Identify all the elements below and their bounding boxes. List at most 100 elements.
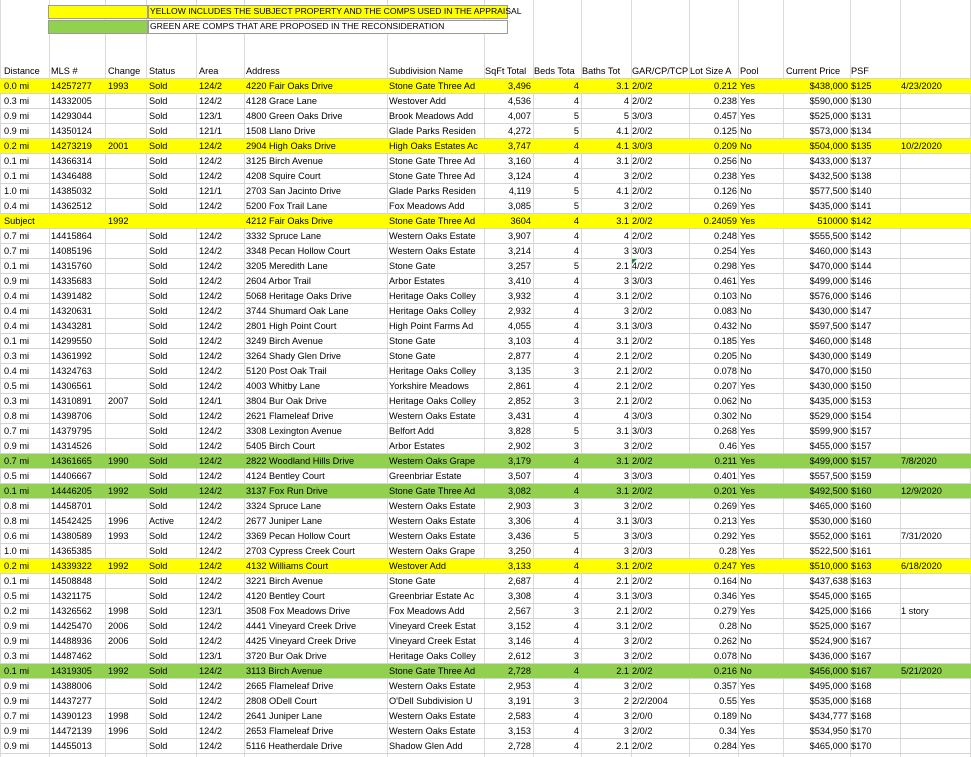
cell-psf[interactable]: $157: [851, 424, 899, 438]
table-row[interactable]: 0.4 mi 14320631 Sold 124/2 3744 Shumard Oak …: [0, 304, 971, 319]
cell-beds[interactable]: 5: [534, 109, 579, 123]
cell-psf[interactable]: $149: [851, 349, 899, 363]
cell-pool[interactable]: No: [740, 394, 784, 408]
cell-mls[interactable]: 14343281: [51, 319, 103, 333]
cell-area[interactable]: 124/2: [199, 574, 244, 588]
cell-garage[interactable]: 2/0/2: [632, 634, 689, 648]
cell-psf[interactable]: $131: [851, 109, 899, 123]
cell-address[interactable]: 2677 Juniper Lane: [246, 514, 386, 528]
cell-address[interactable]: 4212 Fair Oaks Drive: [246, 214, 386, 228]
cell-beds[interactable]: 4: [534, 679, 579, 693]
cell-pool[interactable]: Yes: [740, 514, 784, 528]
cell-status[interactable]: Sold: [149, 574, 194, 588]
cell-note[interactable]: [901, 229, 967, 243]
cell-lot-size[interactable]: 0.213: [690, 514, 737, 528]
cell-subdivision[interactable]: O'Dell Subdivision U: [389, 694, 485, 708]
cell-distance[interactable]: 0.4 mi: [4, 199, 48, 213]
cell-pool[interactable]: Yes: [740, 724, 784, 738]
cell-mls[interactable]: 14446205: [51, 484, 103, 498]
cell-subdivision[interactable]: Stone Gate: [389, 259, 485, 273]
cell-beds[interactable]: 4: [534, 589, 579, 603]
cell-change[interactable]: [108, 184, 144, 198]
cell-price[interactable]: $499,000: [786, 274, 848, 288]
table-row[interactable]: 0.1 mi 14319305 1992 Sold 124/2 3113 Birch Av…: [0, 664, 971, 679]
cell-beds[interactable]: 4: [534, 274, 579, 288]
cell-beds[interactable]: 4: [534, 544, 579, 558]
cell-status[interactable]: Sold: [149, 499, 194, 513]
cell-address[interactable]: 5120 Post Oak Trail: [246, 364, 386, 378]
cell-address[interactable]: 3744 Shumard Oak Lane: [246, 304, 386, 318]
cell-sqft[interactable]: 4,055: [485, 319, 531, 333]
cell-lot-size[interactable]: 0.238: [690, 169, 737, 183]
cell-beds[interactable]: 4: [534, 214, 579, 228]
table-row[interactable]: 0.9 mi 14335683 Sold 124/2 2604 Arbor Trail A…: [0, 274, 971, 289]
cell-psf[interactable]: $130: [851, 94, 899, 108]
cell-subdivision[interactable]: Western Oaks Grape: [389, 544, 485, 558]
cell-lot-size[interactable]: 0.189: [690, 709, 737, 723]
cell-lot-size[interactable]: 0.248: [690, 229, 737, 243]
cell-mls[interactable]: 14315760: [51, 259, 103, 273]
cell-note[interactable]: [901, 694, 967, 708]
cell-area[interactable]: 124/2: [199, 274, 244, 288]
cell-note[interactable]: [901, 289, 967, 303]
cell-baths[interactable]: 3.1: [582, 514, 629, 528]
cell-sqft[interactable]: 3,214: [485, 244, 531, 258]
cell-distance[interactable]: 0.9 mi: [4, 634, 48, 648]
cell-pool[interactable]: Yes: [740, 469, 784, 483]
table-row[interactable]: 0.5 mi 14406667 Sold 124/2 4124 Bentley Cour…: [0, 469, 971, 484]
cell-change[interactable]: [108, 679, 144, 693]
table-row[interactable]: 0.1 mi 14446205 1992 Sold 124/2 3137 Fox Run …: [0, 484, 971, 499]
cell-pool[interactable]: No: [740, 664, 784, 678]
cell-distance[interactable]: Subject: [4, 214, 48, 228]
cell-distance[interactable]: 0.9 mi: [4, 274, 48, 288]
cell-psf[interactable]: $168: [851, 694, 899, 708]
cell-baths[interactable]: 3: [582, 544, 629, 558]
cell-address[interactable]: 2801 High Point Court: [246, 319, 386, 333]
cell-pool[interactable]: No: [740, 139, 784, 153]
cell-garage[interactable]: 2/0/0: [632, 709, 689, 723]
cell-garage[interactable]: 2/0/2: [632, 604, 689, 618]
cell-beds[interactable]: 4: [534, 304, 579, 318]
cell-sqft[interactable]: 4,119: [485, 184, 531, 198]
cell-price[interactable]: $524,900: [786, 634, 848, 648]
cell-mls[interactable]: 14350124: [51, 124, 103, 138]
cell-area[interactable]: 124/2: [199, 154, 244, 168]
cell-subdivision[interactable]: Heritage Oaks Colley: [389, 364, 485, 378]
cell-lot-size[interactable]: 0.302: [690, 409, 737, 423]
cell-baths[interactable]: 2.1: [582, 604, 629, 618]
cell-change[interactable]: [108, 259, 144, 273]
cell-garage[interactable]: 3/0/3: [632, 244, 689, 258]
cell-baths[interactable]: 3.1: [582, 214, 629, 228]
cell-subdivision[interactable]: Heritage Oaks Colley: [389, 649, 485, 663]
cell-status[interactable]: Sold: [149, 469, 194, 483]
cell-mls[interactable]: 14257277: [51, 79, 103, 93]
cell-mls[interactable]: 14458701: [51, 499, 103, 513]
cell-psf[interactable]: $167: [851, 664, 899, 678]
cell-pool[interactable]: Yes: [740, 604, 784, 618]
cell-address[interactable]: 3348 Pecan Hollow Court: [246, 244, 386, 258]
cell-baths[interactable]: 3.1: [582, 454, 629, 468]
cell-garage[interactable]: 3/0/3: [632, 109, 689, 123]
cell-lot-size[interactable]: 0.46: [690, 439, 737, 453]
cell-change[interactable]: [108, 304, 144, 318]
cell-garage[interactable]: 2/0/2: [632, 154, 689, 168]
cell-subdivision[interactable]: Vineyard Creek Estat: [389, 634, 485, 648]
cell-mls[interactable]: 14346488: [51, 169, 103, 183]
cell-distance[interactable]: 0.5 mi: [4, 379, 48, 393]
cell-subdivision[interactable]: Western Oaks Grape: [389, 454, 485, 468]
cell-baths[interactable]: 4.1: [582, 124, 629, 138]
cell-distance[interactable]: 0.3 mi: [4, 649, 48, 663]
cell-subdivision[interactable]: Arbor Estates: [389, 274, 485, 288]
cell-subdivision[interactable]: Western Oaks Estate: [389, 514, 485, 528]
cell-subdivision[interactable]: Western Oaks Estate: [389, 679, 485, 693]
cell-note[interactable]: 1 story: [901, 604, 967, 618]
cell-subdivision[interactable]: Glade Parks Residen: [389, 184, 485, 198]
cell-note[interactable]: [901, 649, 967, 663]
cell-baths[interactable]: 3: [582, 304, 629, 318]
cell-garage[interactable]: 2/0/3: [632, 544, 689, 558]
cell-lot-size[interactable]: 0.216: [690, 664, 737, 678]
cell-lot-size[interactable]: 0.083: [690, 304, 737, 318]
cell-price[interactable]: $504,000: [786, 139, 848, 153]
cell-mls[interactable]: 14293044: [51, 109, 103, 123]
cell-lot-size[interactable]: 0.212: [690, 79, 737, 93]
